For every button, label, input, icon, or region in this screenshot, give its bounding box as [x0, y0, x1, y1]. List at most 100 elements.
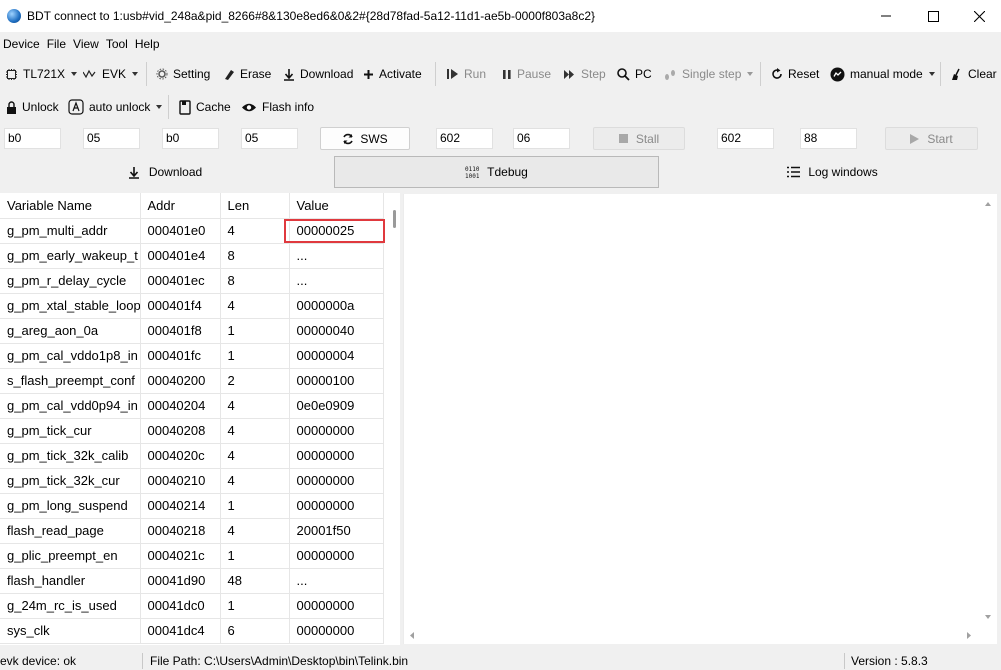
- table-row[interactable]: flash_read_page 00040218 4 20001f50: [0, 518, 384, 544]
- table-row[interactable]: g_pm_r_delay_cycle 000401ec 8...: [0, 268, 384, 294]
- cell-value[interactable]: 00000025: [289, 218, 384, 244]
- swire-field-5[interactable]: 602: [436, 128, 493, 149]
- menu-help[interactable]: Help: [132, 37, 163, 51]
- table-row[interactable]: g_24m_rc_is_used 00041dc0 1 00000000: [0, 593, 384, 619]
- cell-variable-name: s_flash_preempt_conf: [0, 368, 141, 394]
- auto-unlock-select[interactable]: auto unlock: [68, 95, 163, 119]
- tab-tdebug[interactable]: 0110 1001 Tdebug: [334, 156, 659, 188]
- swire-field-7[interactable]: 602: [717, 128, 774, 149]
- cell-value[interactable]: ...: [289, 268, 384, 294]
- table-row[interactable]: g_pm_long_suspend 00040214 1 00000000: [0, 493, 384, 519]
- cell-value[interactable]: ...: [289, 568, 384, 594]
- cell-value[interactable]: 00000000: [289, 418, 384, 444]
- svg-text:1001: 1001: [465, 173, 479, 179]
- tab-log-windows[interactable]: Log windows: [664, 156, 1001, 188]
- table-row[interactable]: g_pm_tick_32k_calib 0004020c 4 00000000: [0, 443, 384, 469]
- single-step-select[interactable]: Single step: [663, 62, 754, 86]
- cell-value[interactable]: 00000000: [289, 443, 384, 469]
- variable-table-panel: Variable Name Addr Len Value g_pm_multi_…: [0, 193, 392, 645]
- swire-field-2[interactable]: 05: [83, 128, 140, 149]
- cell-value[interactable]: 00000040: [289, 318, 384, 344]
- cell-value[interactable]: 20001f50: [289, 518, 384, 544]
- sws-button[interactable]: SWS: [320, 127, 410, 150]
- download-toolbar-button[interactable]: Download: [283, 62, 353, 86]
- cell-len: 6: [220, 618, 290, 644]
- stall-button[interactable]: Stall: [593, 127, 685, 150]
- setting-button[interactable]: Setting: [156, 62, 210, 86]
- cell-value[interactable]: 00000004: [289, 343, 384, 369]
- menu-view[interactable]: View: [70, 37, 102, 51]
- run-button[interactable]: Run: [446, 62, 486, 86]
- pause-button[interactable]: Pause: [502, 62, 551, 86]
- clear-button[interactable]: Clear: [950, 62, 997, 86]
- table-row[interactable]: flash_handler 00041d90 48...: [0, 568, 384, 594]
- tab-download[interactable]: Download: [0, 156, 330, 188]
- cell-value[interactable]: 00000100: [289, 368, 384, 394]
- table-row[interactable]: g_pm_cal_vdd0p94_in 00040204 4 0e0e0909: [0, 393, 384, 419]
- chip-select[interactable]: TL721X: [5, 62, 78, 86]
- pc-button[interactable]: PC: [617, 62, 652, 86]
- cell-value[interactable]: 00000000: [289, 593, 384, 619]
- flash-info-button[interactable]: Flash info: [241, 95, 314, 119]
- menu-tool[interactable]: Tool: [103, 37, 131, 51]
- activate-button[interactable]: Activate: [363, 62, 422, 86]
- minimize-button[interactable]: [863, 0, 909, 32]
- table-row[interactable]: g_pm_tick_32k_cur 00040210 4 00000000: [0, 468, 384, 494]
- tab-strip: Download 0110 1001 Tdebug Log windows: [0, 156, 1001, 188]
- cell-value[interactable]: 0000000a: [289, 293, 384, 319]
- mode-select[interactable]: manual mode: [830, 62, 935, 86]
- table-row[interactable]: g_areg_aon_0a 000401f8 1 00000040: [0, 318, 384, 344]
- auto-unlock-icon: [68, 99, 84, 115]
- table-row[interactable]: s_flash_preempt_conf 00040200 2 00000100: [0, 368, 384, 394]
- setting-label: Setting: [173, 67, 211, 81]
- col-addr[interactable]: Addr: [140, 193, 221, 219]
- svg-text:0110: 0110: [465, 166, 479, 173]
- cell-value[interactable]: 00000000: [289, 468, 384, 494]
- menu-device[interactable]: Device: [0, 37, 43, 51]
- lock-icon: [7, 100, 16, 114]
- sws-label: SWS: [360, 131, 388, 146]
- col-variable-name[interactable]: Variable Name: [0, 193, 141, 219]
- table-row[interactable]: g_pm_early_wakeup_t 000401e4 8...: [0, 243, 384, 269]
- table-row[interactable]: g_pm_multi_addr 000401e0 4 00000025: [0, 218, 384, 244]
- step-label: Step: [581, 67, 606, 81]
- swire-field-3[interactable]: b0: [162, 128, 219, 149]
- cell-value[interactable]: 00000000: [289, 543, 384, 569]
- cell-value[interactable]: ...: [289, 243, 384, 269]
- cell-len: 1: [220, 543, 290, 569]
- erase-button[interactable]: Erase: [222, 62, 271, 86]
- step-button[interactable]: Step: [563, 62, 606, 86]
- col-len[interactable]: Len: [220, 193, 290, 219]
- cell-addr: 00041d90: [140, 568, 221, 594]
- cell-value[interactable]: 00000000: [289, 493, 384, 519]
- table-row[interactable]: g_pm_tick_cur 00040208 4 00000000: [0, 418, 384, 444]
- table-row[interactable]: g_pm_cal_vddo1p8_in 000401fc 1 00000004: [0, 343, 384, 369]
- table-scrollbar[interactable]: [392, 193, 400, 645]
- close-button[interactable]: [956, 0, 1001, 32]
- col-value[interactable]: Value: [289, 193, 384, 219]
- chip-icon: [6, 68, 17, 80]
- cell-value[interactable]: 00000000: [289, 618, 384, 644]
- output-horizontal-scrollbar[interactable]: [404, 627, 997, 644]
- run-icon: [447, 69, 458, 79]
- maximize-button[interactable]: [910, 0, 956, 32]
- cell-variable-name: g_pm_multi_addr: [0, 218, 141, 244]
- unlock-button[interactable]: Unlock: [6, 95, 59, 119]
- menu-file[interactable]: File: [44, 37, 69, 51]
- start-button[interactable]: Start: [885, 127, 978, 150]
- variable-table: Variable Name Addr Len Value g_pm_multi_…: [0, 193, 384, 644]
- table-row[interactable]: g_pm_xtal_stable_loop 000401f4 4 0000000a: [0, 293, 384, 319]
- cell-variable-name: g_pm_tick_cur: [0, 418, 141, 444]
- cache-button[interactable]: Cache: [179, 95, 231, 119]
- play-icon: [910, 133, 920, 144]
- swire-field-6[interactable]: 06: [513, 128, 570, 149]
- table-row[interactable]: sys_clk 00041dc4 6 00000000: [0, 618, 384, 644]
- swire-field-8[interactable]: 88: [800, 128, 857, 149]
- board-select[interactable]: EVK: [83, 62, 139, 86]
- cell-value[interactable]: 0e0e0909: [289, 393, 384, 419]
- output-vertical-scrollbar[interactable]: [979, 194, 997, 627]
- reset-button[interactable]: Reset: [771, 62, 819, 86]
- table-row[interactable]: g_plic_preempt_en 0004021c 1 00000000: [0, 543, 384, 569]
- swire-field-4[interactable]: 05: [241, 128, 298, 149]
- swire-field-1[interactable]: b0: [4, 128, 61, 149]
